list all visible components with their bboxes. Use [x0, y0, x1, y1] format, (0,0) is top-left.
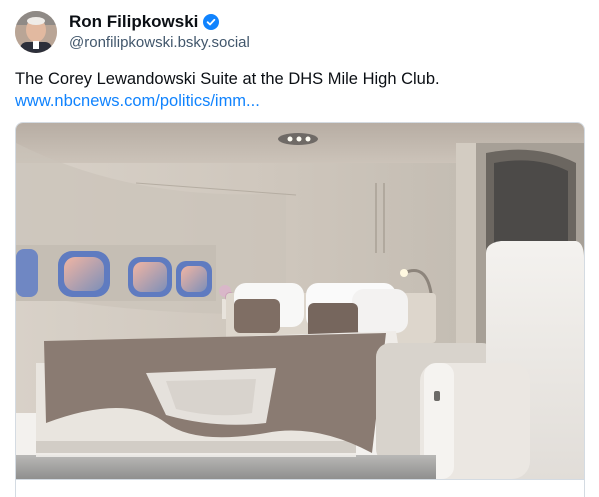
- post-text: The Corey Lewandowski Suite at the DHS M…: [15, 70, 440, 88]
- embed-card[interactable]: [15, 122, 585, 497]
- post: Ron Filipkowski @ronfilipkowski.bsky.soc…: [0, 0, 599, 497]
- aircraft-bedroom-photo: [16, 123, 584, 479]
- author-display-name[interactable]: Ron Filipkowski: [69, 12, 198, 32]
- author-handle[interactable]: @ronfilipkowski.bsky.social: [69, 34, 250, 52]
- avatar[interactable]: [15, 11, 57, 53]
- avatar-photo-icon: [15, 11, 57, 53]
- embed-footer: [16, 479, 584, 497]
- post-link[interactable]: www.nbcnews.com/politics/imm...: [15, 90, 260, 112]
- verified-badge-icon: [203, 14, 220, 30]
- author-name-row: Ron Filipkowski: [69, 12, 220, 32]
